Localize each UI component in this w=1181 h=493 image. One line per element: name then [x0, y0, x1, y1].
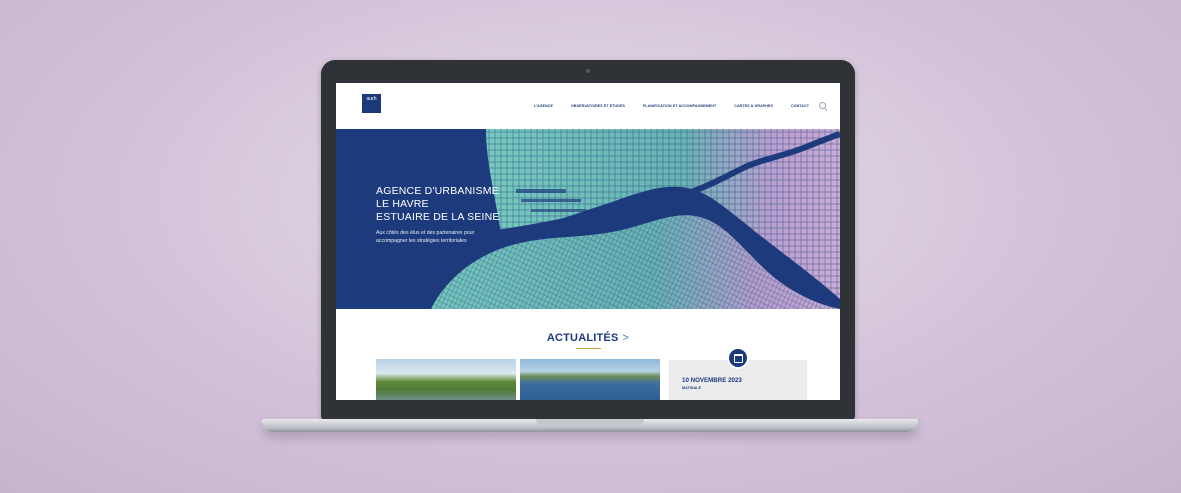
- calendar-icon: [727, 347, 749, 369]
- hero-banner: AGENCE D'URBANISME LE HAVRE ESTUAIRE DE …: [336, 129, 840, 309]
- news-card-image-1[interactable]: [376, 359, 516, 400]
- main-nav: L'AGENCE OBSERVATOIRES ET ÉTUDES PLANIFI…: [516, 102, 826, 109]
- nav-item-cartes[interactable]: CARTES & GRAPHES: [734, 104, 773, 108]
- chevron-right-icon[interactable]: >: [623, 332, 630, 344]
- site-logo[interactable]: aurh: [362, 94, 381, 113]
- laptop-base: [262, 419, 918, 432]
- news-heading-label[interactable]: ACTUALITÉS: [547, 332, 619, 344]
- hero-title: AGENCE D'URBANISME LE HAVRE ESTUAIRE DE …: [376, 185, 506, 224]
- laptop-base-notch: [536, 419, 644, 425]
- nav-item-contact[interactable]: CONTACT: [791, 104, 809, 108]
- news-heading[interactable]: ACTUALITÉS >: [336, 332, 840, 344]
- laptop-lid: aurh L'AGENCE OBSERVATOIRES ET ÉTUDES PL…: [321, 60, 855, 420]
- nav-item-agence[interactable]: L'AGENCE: [534, 104, 553, 108]
- event-date: 10 NOVEMBRE 2023: [682, 377, 742, 384]
- site-header: aurh L'AGENCE OBSERVATOIRES ET ÉTUDES PL…: [336, 83, 840, 129]
- laptop-screen: aurh L'AGENCE OBSERVATOIRES ET ÉTUDES PL…: [336, 83, 840, 400]
- hero-title-line2: LE HAVRE: [376, 198, 429, 210]
- nav-item-observatoires[interactable]: OBSERVATOIRES ET ÉTUDES: [571, 104, 625, 108]
- hero-title-line1: AGENCE D'URBANISME: [376, 185, 499, 197]
- hero-title-line3: ESTUAIRE DE LA SEINE: [376, 211, 500, 223]
- hero-subtitle: Aux côtés des élus et des partenaires po…: [376, 230, 475, 244]
- news-card-image-2[interactable]: [520, 359, 660, 400]
- event-tag: MATINALE: [682, 386, 702, 390]
- hero-text: AGENCE D'URBANISME LE HAVRE ESTUAIRE DE …: [376, 185, 506, 245]
- search-icon[interactable]: [819, 102, 826, 109]
- camera-icon: [586, 69, 590, 73]
- nav-item-planification[interactable]: PLANIFICATION ET ACCOMPAGNEMENT: [643, 104, 716, 108]
- news-heading-underline: [576, 348, 601, 349]
